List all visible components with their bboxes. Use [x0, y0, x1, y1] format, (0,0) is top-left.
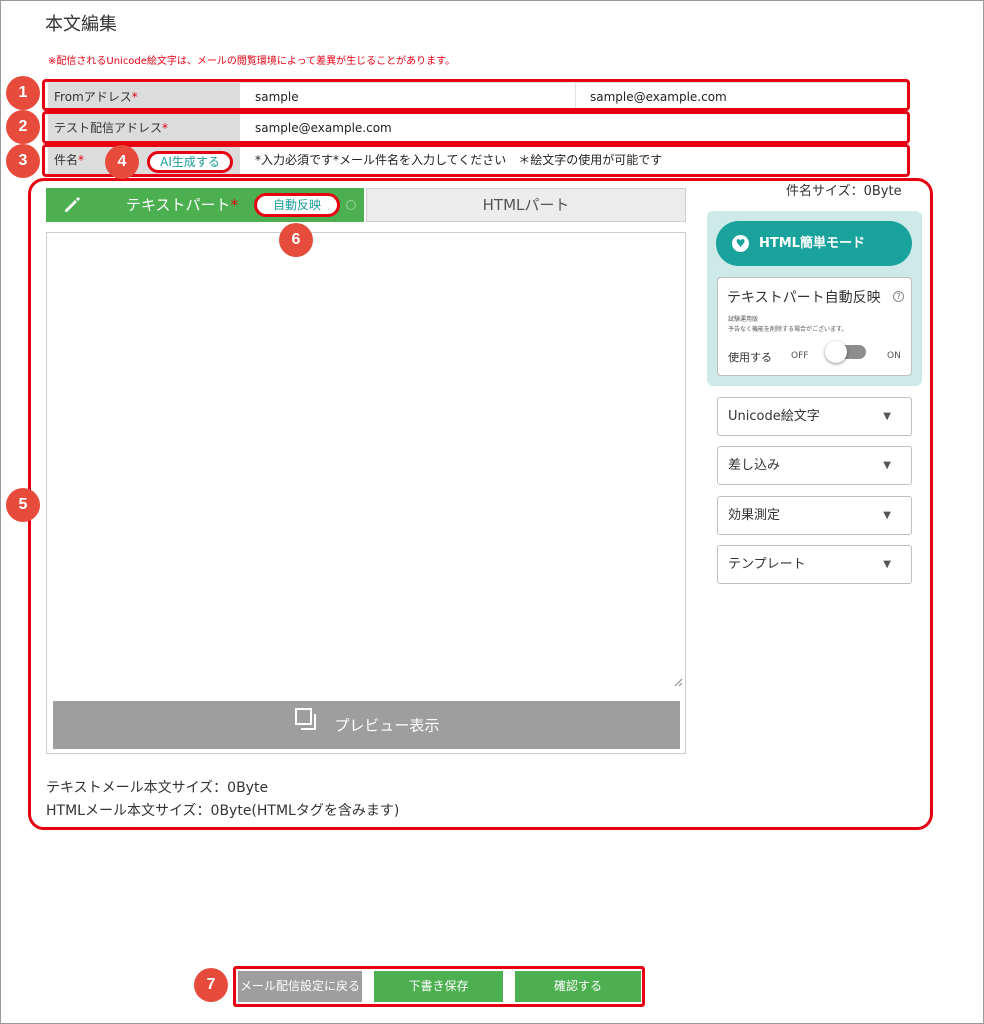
toggle-knob[interactable] — [825, 341, 847, 363]
marker-3: 3 — [6, 144, 40, 178]
on-label: ON — [887, 351, 901, 361]
off-label: OFF — [791, 351, 809, 361]
html-easy-mode-button[interactable]: ♥ HTML簡単モード — [716, 221, 912, 266]
dropdown-label: Unicode絵文字 — [728, 409, 820, 424]
html-easy-mode-label: HTML簡単モード — [759, 236, 865, 251]
auto-card-title: テキストパート自動反映 — [727, 290, 881, 306]
pencil-icon — [62, 188, 82, 227]
ai-generate-button[interactable]: AI生成する — [147, 151, 233, 173]
dropdown-label: 差し込み — [728, 458, 781, 473]
marker-5: 5 — [6, 488, 40, 522]
bottom-action-bar: メール配信設定に戻る 下書き保存 確認する — [233, 966, 645, 1007]
marker-2: 2 — [6, 110, 40, 144]
highlight-test-row — [42, 111, 910, 144]
confirm-button[interactable]: 確認する — [515, 971, 641, 1002]
dropdown-unicode-emoji[interactable]: Unicode絵文字 ▼ — [717, 397, 912, 436]
copy-icon — [294, 702, 320, 750]
question-icon[interactable]: ? — [893, 291, 904, 302]
triangle-down-icon: ▼ — [883, 460, 891, 471]
resize-handle-icon[interactable] — [673, 677, 683, 687]
auto-reflect-card: テキストパート自動反映 ? 試験運用版 予告なく機能を削除する場合がございます。… — [717, 277, 912, 376]
dropdown-label: テンプレート — [728, 557, 806, 572]
marker-6: 6 — [279, 223, 313, 257]
trial-label: 試験運用版 — [728, 316, 759, 323]
page-title: 本文編集 — [45, 14, 117, 35]
subject-size-text: 件名サイズ：0Byte — [786, 184, 902, 199]
preview-button-label: プレビュー表示 — [334, 716, 440, 735]
preview-button[interactable]: プレビュー表示 — [53, 701, 680, 749]
tab-text-part-label: テキストパート* — [126, 196, 239, 214]
dropdown-template[interactable]: テンプレート ▼ — [717, 545, 912, 584]
heart-icon: ♥ — [732, 235, 749, 252]
triangle-down-icon: ▼ — [883, 559, 891, 570]
emoji-notice: ※配信されるUnicode絵文字は、メールの閲覧環境によって差異が生じることがあ… — [48, 56, 456, 67]
marker-4: 4 — [105, 145, 139, 179]
marker-1: 1 — [6, 76, 40, 110]
text-mail-size: テキストメール本文サイズ：0Byte — [46, 780, 269, 796]
highlight-from-row — [42, 79, 910, 111]
help-icon[interactable] — [346, 200, 356, 210]
html-mail-size: HTMLメール本文サイズ：0Byte(HTMLタグを含みます) — [46, 803, 400, 819]
tab-html-part[interactable]: HTMLパート — [366, 188, 686, 222]
save-draft-button[interactable]: 下書き保存 — [374, 971, 503, 1002]
trial-note: 予告なく機能を削除する場合がございます。 — [728, 326, 848, 333]
text-body-editor[interactable] — [46, 232, 686, 754]
dropdown-merge-fields[interactable]: 差し込み ▼ — [717, 446, 912, 485]
use-label: 使用する — [728, 351, 772, 364]
dropdown-label: 効果測定 — [728, 508, 781, 523]
marker-7: 7 — [194, 968, 228, 1002]
dropdown-effect-measurement[interactable]: 効果測定 ▼ — [717, 496, 912, 535]
auto-reflect-button[interactable]: 自動反映 — [254, 193, 340, 217]
triangle-down-icon: ▼ — [883, 510, 891, 521]
back-to-settings-button[interactable]: メール配信設定に戻る — [238, 971, 362, 1002]
triangle-down-icon: ▼ — [883, 411, 891, 422]
